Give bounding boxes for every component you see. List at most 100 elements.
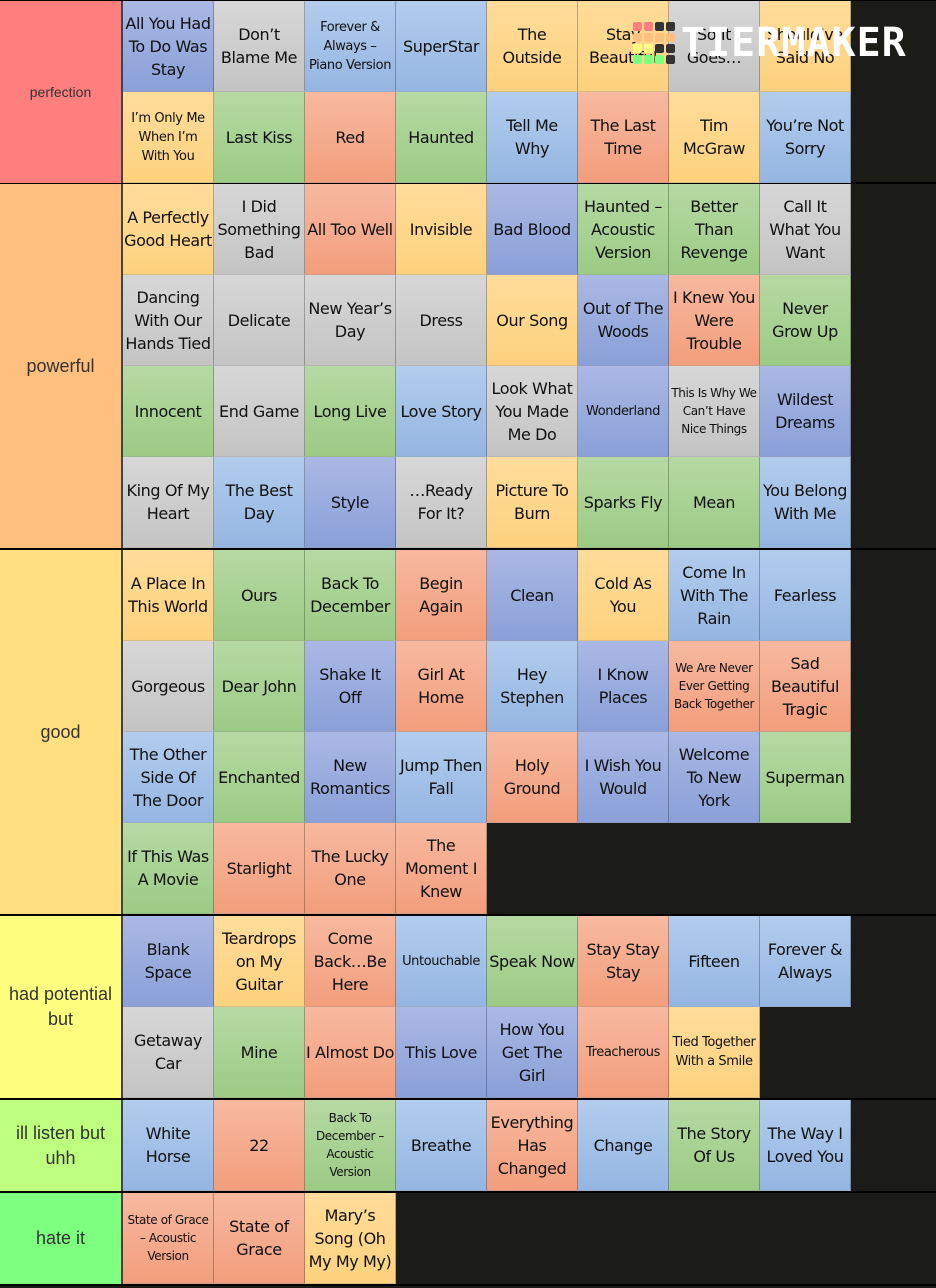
tier-item[interactable]: Long Live [305,366,396,457]
tier-item[interactable]: Starlight [214,823,305,914]
tier-item[interactable]: Haunted [396,92,487,183]
tier-item[interactable]: Back To December [305,550,396,641]
tier-item[interactable]: Sparks Fly [578,457,669,548]
tier-item[interactable]: This Is Why We Can’t Have Nice Things [669,366,760,457]
tier-item[interactable]: Style [305,457,396,548]
tier-item[interactable]: Call It What You Want [760,184,851,275]
tier-item[interactable]: We Are Never Ever Getting Back Together [669,641,760,732]
tier-item[interactable]: Superman [760,732,851,823]
tier-item[interactable]: Delicate [214,275,305,366]
tier-item[interactable]: State of Grace – Acoustic Version [123,1193,214,1284]
tier-label[interactable]: ill listen but uhh [0,1100,123,1191]
tier-item[interactable]: Welcome To New York [669,732,760,823]
tier-item[interactable]: Out of The Woods [578,275,669,366]
tier-item[interactable]: New Year’s Day [305,275,396,366]
tier-item[interactable]: Fifteen [669,916,760,1007]
tier-item[interactable]: I Know Places [578,641,669,732]
tier-item[interactable]: Teardrops on My Guitar [214,916,305,1007]
tier-item[interactable]: You’re Not Sorry [760,92,851,183]
tier-item[interactable]: Bad Blood [487,184,578,275]
tier-item[interactable]: Speak Now [487,916,578,1007]
tier-item[interactable]: Mary’s Song (Oh My My My) [305,1193,396,1284]
tier-label[interactable]: good [0,550,123,914]
tier-item[interactable]: This Love [396,1007,487,1098]
tier-item[interactable]: Tied Together With a Smile [669,1007,760,1098]
tier-item[interactable]: Forever & Always – Piano Version [305,1,396,92]
tier-item[interactable]: Innocent [123,366,214,457]
tier-item[interactable]: The Last Time [578,92,669,183]
tier-item[interactable]: Don’t Blame Me [214,1,305,92]
tier-item[interactable]: If This Was A Movie [123,823,214,914]
tier-item[interactable]: The Moment I Knew [396,823,487,914]
tier-item[interactable]: New Romantics [305,732,396,823]
tier-item[interactable]: Last Kiss [214,92,305,183]
tier-item[interactable]: Wildest Dreams [760,366,851,457]
tier-item[interactable]: I Did Something Bad [214,184,305,275]
tier-item[interactable]: Mean [669,457,760,548]
tier-item[interactable]: The Way I Loved You [760,1100,851,1191]
tier-item[interactable]: All You Had To Do Was Stay [123,1,214,92]
tier-item[interactable]: State of Grace [214,1193,305,1284]
tier-item[interactable]: Treacherous [578,1007,669,1098]
tier-item[interactable]: I Almost Do [305,1007,396,1098]
tier-label[interactable]: powerful [0,184,123,548]
tier-item[interactable]: Dress [396,275,487,366]
tier-item[interactable]: Never Grow Up [760,275,851,366]
tier-item[interactable]: Breathe [396,1100,487,1191]
tier-item[interactable]: White Horse [123,1100,214,1191]
tier-item[interactable]: Gorgeous [123,641,214,732]
tier-item[interactable]: Clean [487,550,578,641]
tier-item[interactable]: Back To December – Acoustic Version [305,1100,396,1191]
tier-item[interactable]: Holy Ground [487,732,578,823]
tier-item[interactable]: Come Back…Be Here [305,916,396,1007]
tier-item[interactable]: Forever & Always [760,916,851,1007]
tier-item[interactable]: Cold As You [578,550,669,641]
tier-item[interactable]: End Game [214,366,305,457]
tier-label[interactable]: perfection [0,1,123,183]
tier-item[interactable]: The Lucky One [305,823,396,914]
tier-item[interactable]: I’m Only Me When I’m With You [123,92,214,183]
tier-item[interactable]: I Knew You Were Trouble [669,275,760,366]
tier-item[interactable]: Change [578,1100,669,1191]
tier-item[interactable]: Come In With The Rain [669,550,760,641]
tier-item[interactable]: Picture To Burn [487,457,578,548]
tier-item[interactable]: …Ready For It? [396,457,487,548]
tier-item[interactable]: SuperStar [396,1,487,92]
tier-label[interactable]: hate it [0,1193,123,1284]
tier-item[interactable]: A Perfectly Good Heart [123,184,214,275]
tier-item[interactable]: Jump Then Fall [396,732,487,823]
tier-item[interactable]: Tell Me Why [487,92,578,183]
tier-item[interactable]: Mine [214,1007,305,1098]
tier-item[interactable]: King Of My Heart [123,457,214,548]
tier-item[interactable]: Our Song [487,275,578,366]
tier-item[interactable]: The Other Side Of The Door [123,732,214,823]
tier-item[interactable]: Better Than Revenge [669,184,760,275]
tier-item[interactable]: Getaway Car [123,1007,214,1098]
tier-item[interactable]: The Story Of Us [669,1100,760,1191]
tier-item[interactable]: Tim McGraw [669,92,760,183]
tier-item[interactable]: Wonderland [578,366,669,457]
tier-item[interactable]: All Too Well [305,184,396,275]
tier-item[interactable]: Blank Space [123,916,214,1007]
tier-item[interactable]: Everything Has Changed [487,1100,578,1191]
tier-item[interactable]: Enchanted [214,732,305,823]
tier-item[interactable]: Love Story [396,366,487,457]
tier-item[interactable]: Stay Stay Stay [578,916,669,1007]
tier-item[interactable]: Ours [214,550,305,641]
tier-item[interactable]: Hey Stephen [487,641,578,732]
tier-item[interactable]: Dear John [214,641,305,732]
tier-item[interactable]: Sad Beautiful Tragic [760,641,851,732]
tier-item[interactable]: Untouchable [396,916,487,1007]
tier-label[interactable]: had potential but [0,916,123,1098]
tier-item[interactable]: 22 [214,1100,305,1191]
tier-item[interactable]: Fearless [760,550,851,641]
tier-item[interactable]: The Outside [487,1,578,92]
tier-item[interactable]: The Best Day [214,457,305,548]
tier-item[interactable]: Red [305,92,396,183]
tier-item[interactable]: A Place In This World [123,550,214,641]
tier-item[interactable]: How You Get The Girl [487,1007,578,1098]
tier-item[interactable]: You Belong With Me [760,457,851,548]
tier-item[interactable]: I Wish You Would [578,732,669,823]
tier-item[interactable]: Haunted – Acoustic Version [578,184,669,275]
tier-item[interactable]: Invisible [396,184,487,275]
